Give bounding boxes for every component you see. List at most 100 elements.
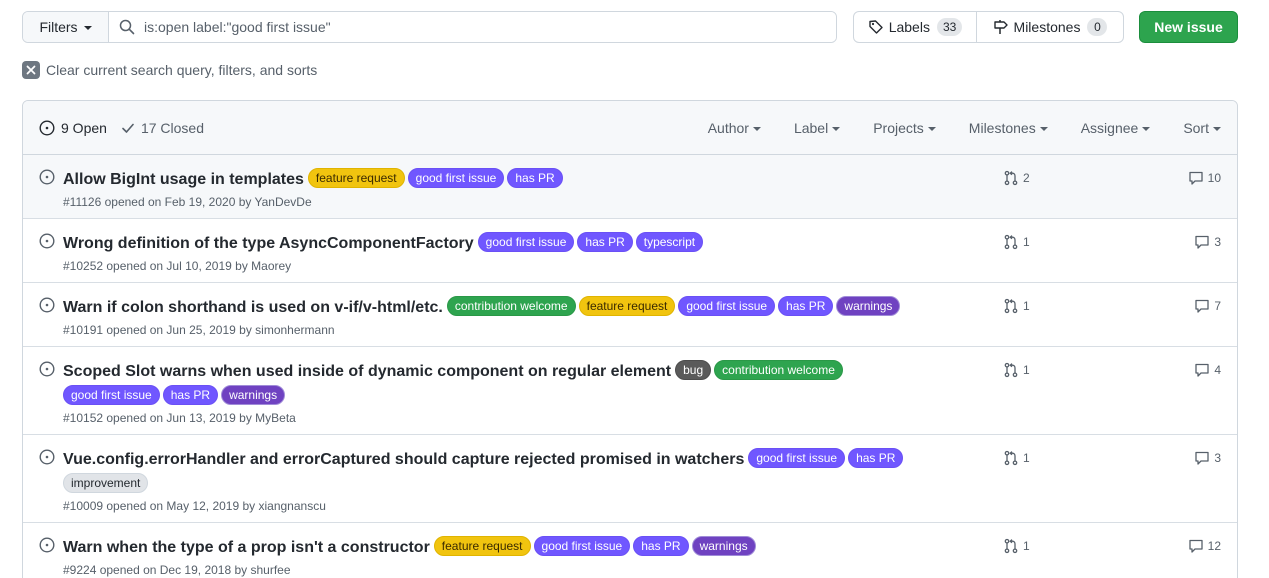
issue-label[interactable]: warnings [691,536,756,556]
closed-issues-filter[interactable]: 17 Closed [121,120,204,136]
clear-filters-link[interactable]: Clear current search query, filters, and… [22,61,317,79]
linked-pr-count[interactable]: 2 [1003,170,1030,186]
issue-row[interactable]: Warn when the type of a prop isn't a con… [23,523,1237,578]
filters-button[interactable]: Filters [23,12,109,42]
linked-pr-count[interactable]: 1 [1003,234,1030,250]
milestones-link[interactable]: Milestones 0 [977,12,1123,42]
issue-label[interactable]: good first issue [748,448,846,468]
search-box [109,12,836,42]
chevron-down-icon [832,126,841,131]
issue-title-link[interactable]: Wrong definition of the type AsyncCompon… [63,235,474,252]
issue-label[interactable]: feature request [433,536,531,556]
comment-count[interactable]: 3 [1194,234,1221,250]
assignee-menu-label: Assignee [1080,119,1139,136]
comment-count-value: 3 [1214,451,1221,465]
issue-main: Wrong definition of the type AsyncCompon… [23,219,1237,282]
issue-label[interactable]: has PR [507,168,563,188]
issue-title-link[interactable]: Warn if colon shorthand is used on v-if/… [63,299,443,316]
issue-row[interactable]: Allow BigInt usage in templates feature r… [23,155,1237,219]
issue-main: Allow BigInt usage in templates feature r… [23,155,1237,218]
issue-label[interactable]: has PR [778,296,834,316]
issue-title-link[interactable]: Scoped Slot warns when used inside of dy… [63,363,671,380]
open-issues-filter[interactable]: 9 Open [39,120,107,136]
issue-title-link[interactable]: Warn when the type of a prop isn't a con… [63,539,430,556]
sort-menu[interactable]: Sort [1183,120,1221,136]
milestones-link-label: Milestones [1013,19,1081,35]
issue-row[interactable]: Wrong definition of the type AsyncCompon… [23,219,1237,283]
comment-icon [1194,450,1210,466]
comment-count[interactable]: 7 [1194,298,1221,314]
issue-meta: #10252 opened on Jul 10, 2019 by Maorey [63,259,292,273]
milestones-menu[interactable]: Milestones [969,120,1048,136]
comment-count[interactable]: 3 [1194,450,1221,466]
issue-main: Warn if colon shorthand is used on v-if/… [23,283,1237,346]
author-menu[interactable]: Author [708,120,761,136]
issue-label[interactable]: contribution welcome [714,360,843,380]
issue-meta: #10152 opened on Jun 13, 2019 by MyBeta [63,411,296,425]
sort-menu-label: Sort [1183,119,1209,136]
labels-counter: 33 [936,18,963,36]
assignee-menu[interactable]: Assignee [1081,120,1151,136]
chevron-down-icon [1213,126,1221,131]
projects-menu[interactable]: Projects [873,120,936,136]
filters-button-label: Filters [39,19,78,35]
search-input[interactable] [144,19,784,35]
issue-row[interactable]: Vue.config.errorHandler and errorCapture… [23,435,1237,523]
new-issue-button[interactable]: New issue [1139,11,1238,43]
open-count: 9 Open [61,119,107,136]
comment-count[interactable]: 10 [1188,170,1221,186]
labels-link[interactable]: Labels 33 [854,12,977,42]
issue-label[interactable]: good first issue [63,385,160,405]
linked-pr-count[interactable]: 1 [1003,450,1030,466]
issue-label[interactable]: has PR [848,448,904,468]
issue-label[interactable]: feature request [578,296,676,316]
issue-label[interactable]: bug [675,360,712,380]
issue-opened-icon [39,233,55,252]
label-menu[interactable]: Label [794,120,841,136]
issue-title-link[interactable]: Vue.config.errorHandler and errorCapture… [63,451,744,468]
issue-meta: #11126 opened on Feb 19, 2020 by YanDevD… [63,195,312,209]
issue-title-link[interactable]: Allow BigInt usage in templates [63,171,304,188]
comment-icon [1194,298,1210,314]
issue-label[interactable]: feature request [307,168,405,188]
linked-pr-count[interactable]: 1 [1003,362,1030,378]
milestones-menu-label: Milestones [968,119,1036,136]
check-icon [122,123,134,133]
pull-request-icon [1003,362,1019,378]
issue-label[interactable]: warnings [836,296,901,316]
pr-count-value: 1 [1023,299,1030,313]
issue-opened-icon [39,297,55,316]
milestones-counter: 0 [1087,18,1108,36]
linked-pr-count[interactable]: 1 [1003,298,1030,314]
issue-opened-icon [39,449,55,468]
issue-label[interactable]: contribution welcome [446,296,576,316]
comment-count[interactable]: 12 [1188,538,1221,554]
comment-icon [1194,362,1210,378]
linked-pr-count[interactable]: 1 [1003,538,1030,554]
issue-row[interactable]: Scoped Slot warns when used inside of dy… [23,347,1237,435]
closed-count: 17 Closed [140,119,204,136]
pull-request-icon [1003,538,1019,554]
issue-label[interactable]: good first issue [407,168,505,188]
issue-opened-icon [39,537,55,556]
tag-icon [868,20,883,34]
issue-main: Warn when the type of a prop isn't a con… [23,523,1237,578]
issue-label[interactable]: good first issue [477,232,575,252]
issues-list: 9 Open 17 Closed Author Label Projects M… [22,100,1238,578]
issue-row[interactable]: Warn if colon shorthand is used on v-if/… [23,283,1237,347]
issue-label[interactable]: has PR [633,536,689,556]
issue-label[interactable]: good first issue [533,536,631,556]
pr-count-value: 2 [1023,171,1030,185]
pull-request-icon [1003,234,1019,250]
issue-label[interactable]: improvement [63,473,149,493]
comment-count-value: 7 [1214,299,1221,313]
issue-label[interactable]: good first issue [678,296,776,316]
issue-label[interactable]: has PR [577,232,633,252]
chevron-down-icon [927,126,936,131]
issue-label[interactable]: has PR [162,385,219,405]
issues-list-header: 9 Open 17 Closed Author Label Projects M… [23,101,1237,155]
issue-label[interactable]: typescript [635,232,704,252]
pr-count-value: 1 [1023,539,1030,553]
comment-count[interactable]: 4 [1194,362,1221,378]
issue-label[interactable]: warnings [221,385,286,405]
